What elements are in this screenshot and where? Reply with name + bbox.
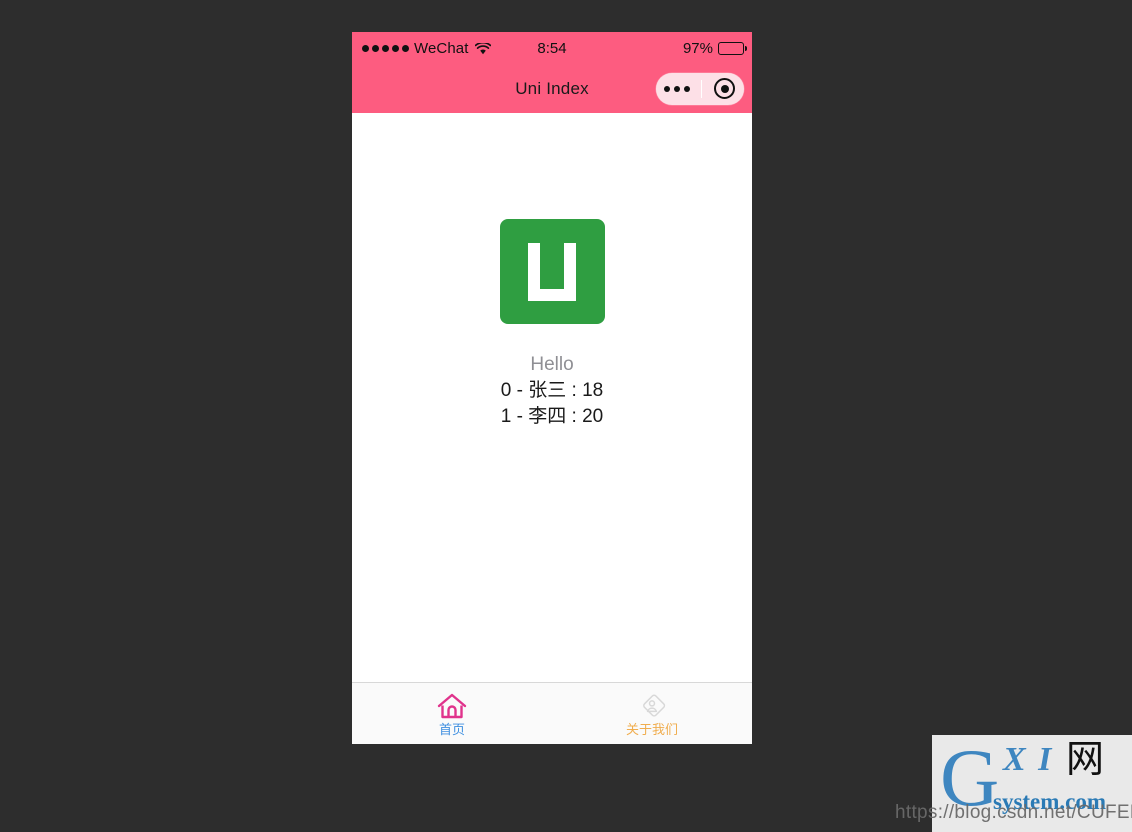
status-bar-left: WeChat [362, 41, 491, 56]
target-circle-icon[interactable] [714, 78, 736, 99]
signal-strength-icon [362, 44, 409, 52]
hello-label: Hello [530, 354, 574, 375]
battery-icon [718, 41, 747, 55]
page-title: Uni Index [515, 78, 589, 98]
watermark-char-wang: 网 [1066, 737, 1105, 781]
watermark-letters-xi: X I [1003, 741, 1054, 778]
wifi-icon [474, 41, 491, 55]
home-icon [437, 691, 467, 721]
more-dots-icon[interactable] [662, 85, 690, 92]
carrier-label: WeChat [414, 39, 469, 57]
status-bar-right: 97% [682, 39, 747, 57]
page-content: Hello 0 - 张三 : 18 1 - 李四 : 20 [352, 113, 752, 682]
source-url-watermark: https://blog.csdn.net/CUFEECR [895, 802, 1132, 823]
capsule-divider [701, 79, 703, 98]
tab-home-label: 首页 [438, 722, 465, 737]
wechat-capsule-button[interactable] [656, 72, 744, 105]
tab-about[interactable]: 关于我们 [552, 683, 752, 744]
uni-app-logo-icon [499, 219, 605, 324]
about-person-diamond-icon [637, 691, 667, 721]
navigation-bar: Uni Index [352, 64, 752, 113]
tab-about-label: 关于我们 [625, 722, 678, 737]
tab-home[interactable]: 首页 [352, 683, 552, 744]
app-header: WeChat 8:54 97% Uni Index [352, 32, 752, 113]
battery-percent-label: 97% [682, 39, 713, 57]
list-item: 0 - 张三 : 18 [500, 380, 604, 402]
list-item: 1 - 李四 : 20 [500, 406, 604, 428]
phone-simulator-frame: WeChat 8:54 97% Uni Index Hello 0 - 张三:… [352, 32, 752, 744]
bottom-tab-bar: 首页 关于我们 [352, 682, 752, 744]
status-bar: WeChat 8:54 97% [352, 32, 752, 64]
